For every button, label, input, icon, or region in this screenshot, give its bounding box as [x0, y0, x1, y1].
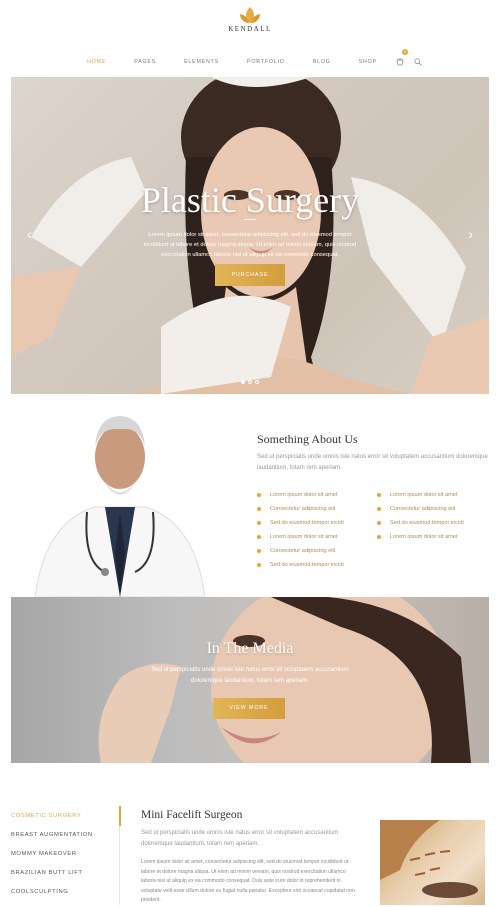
nav-portfolio[interactable]: PORTFOLIO: [233, 59, 299, 65]
service-subtitle: Sed ut perspiciatis unde omnis iste natu…: [141, 830, 339, 847]
feature-item: Lorem ipsum dolor sit amet: [377, 492, 457, 498]
view-more-button[interactable]: VIEW MORE: [213, 698, 285, 719]
tab-coolsculpting[interactable]: COOLSCULPTING: [11, 888, 93, 907]
brand-logo[interactable]: KENDALL: [0, 6, 500, 33]
nav-elements[interactable]: ELEMENTS: [170, 59, 233, 65]
slider-dot[interactable]: [241, 380, 245, 384]
feature-item: Lorem ipsum dolor sit amet: [377, 534, 457, 540]
feature-item: Sed do eiusmod tempor incidi: [377, 520, 464, 526]
main-nav: HOME PAGES ELEMENTS PORTFOLIO BLOG SHOP …: [0, 49, 500, 71]
feature-item: Sed do eiusmod tempor incidi: [257, 520, 344, 526]
brand-name: KENDALL: [228, 25, 272, 33]
feature-item: Consectetur adipiscing elit: [257, 548, 335, 554]
slider-dot[interactable]: [255, 380, 259, 384]
leaf-icon: [240, 7, 260, 23]
face-markings-image: [380, 820, 478, 898]
media-text: Sed ut perspiciatis unde omnis iste natu…: [151, 667, 349, 684]
slider-dots: [241, 380, 259, 384]
tab-brazilian-butt-lift[interactable]: BRAZILIAN BUTT LIFT: [11, 869, 93, 888]
search-button[interactable]: [409, 53, 427, 71]
active-tab-marker: [119, 806, 121, 826]
about-text: Sed ut perspiciatis unde omnis iste natu…: [257, 454, 488, 471]
cart-icon: [396, 58, 404, 66]
tab-breast-augmentation[interactable]: BREAST AUGMENTATION: [11, 831, 93, 850]
tab-mommy-makeover[interactable]: MOMMY MAKEOVER: [11, 850, 93, 869]
nav-home[interactable]: HOME: [73, 59, 120, 65]
purchase-button[interactable]: PURCHASE: [215, 264, 285, 286]
hero-title: Plastic Surgery: [140, 180, 360, 220]
tab-cosmetic-surgery[interactable]: COSMETIC SURGERY: [11, 812, 93, 831]
hero-slider: Plastic Surgery Lorem ipsum dolor sit am…: [11, 77, 489, 394]
next-arrow-icon[interactable]: ›: [468, 227, 473, 241]
nav-shop[interactable]: SHOP: [345, 59, 391, 65]
about-title: Something About Us: [257, 432, 358, 446]
feature-item: Lorem ipsum dolor sit amet: [257, 492, 337, 498]
feature-item: Consectetur adipiscing elit: [377, 506, 455, 512]
prev-arrow-icon[interactable]: ‹: [27, 227, 32, 241]
cart-button[interactable]: 0: [391, 49, 409, 71]
search-icon: [414, 58, 422, 66]
hero-divider: [244, 219, 256, 220]
slider-dot[interactable]: [248, 380, 252, 384]
nav-blog[interactable]: BLOG: [299, 59, 345, 65]
nav-pages[interactable]: PAGES: [120, 59, 170, 65]
about-section: Something About Us Sed ut perspiciatis u…: [0, 394, 500, 597]
feature-item: Lorem ipsum dolor sit amet: [257, 534, 337, 540]
service-body: Lorem ipsum dolor sit amet, consectetur …: [141, 859, 355, 903]
doctor-image: [35, 416, 205, 597]
service-image: [380, 820, 485, 905]
media-section: In The Media Sed ut perspiciatis unde om…: [11, 597, 489, 763]
media-title: In The Media: [206, 640, 294, 657]
feature-item: Sed do eiusmod tempor incidi: [257, 562, 344, 568]
services-tabs: COSMETIC SURGERY BREAST AUGMENTATION MOM…: [11, 812, 93, 907]
cart-count-badge: 0: [401, 49, 408, 55]
feature-item: Consectetur adipiscing elit: [257, 506, 335, 512]
hero-text: Lorem ipsum dolor sit amet, consectetur …: [143, 232, 357, 258]
service-title: Mini Facelift Surgeon: [141, 809, 243, 821]
